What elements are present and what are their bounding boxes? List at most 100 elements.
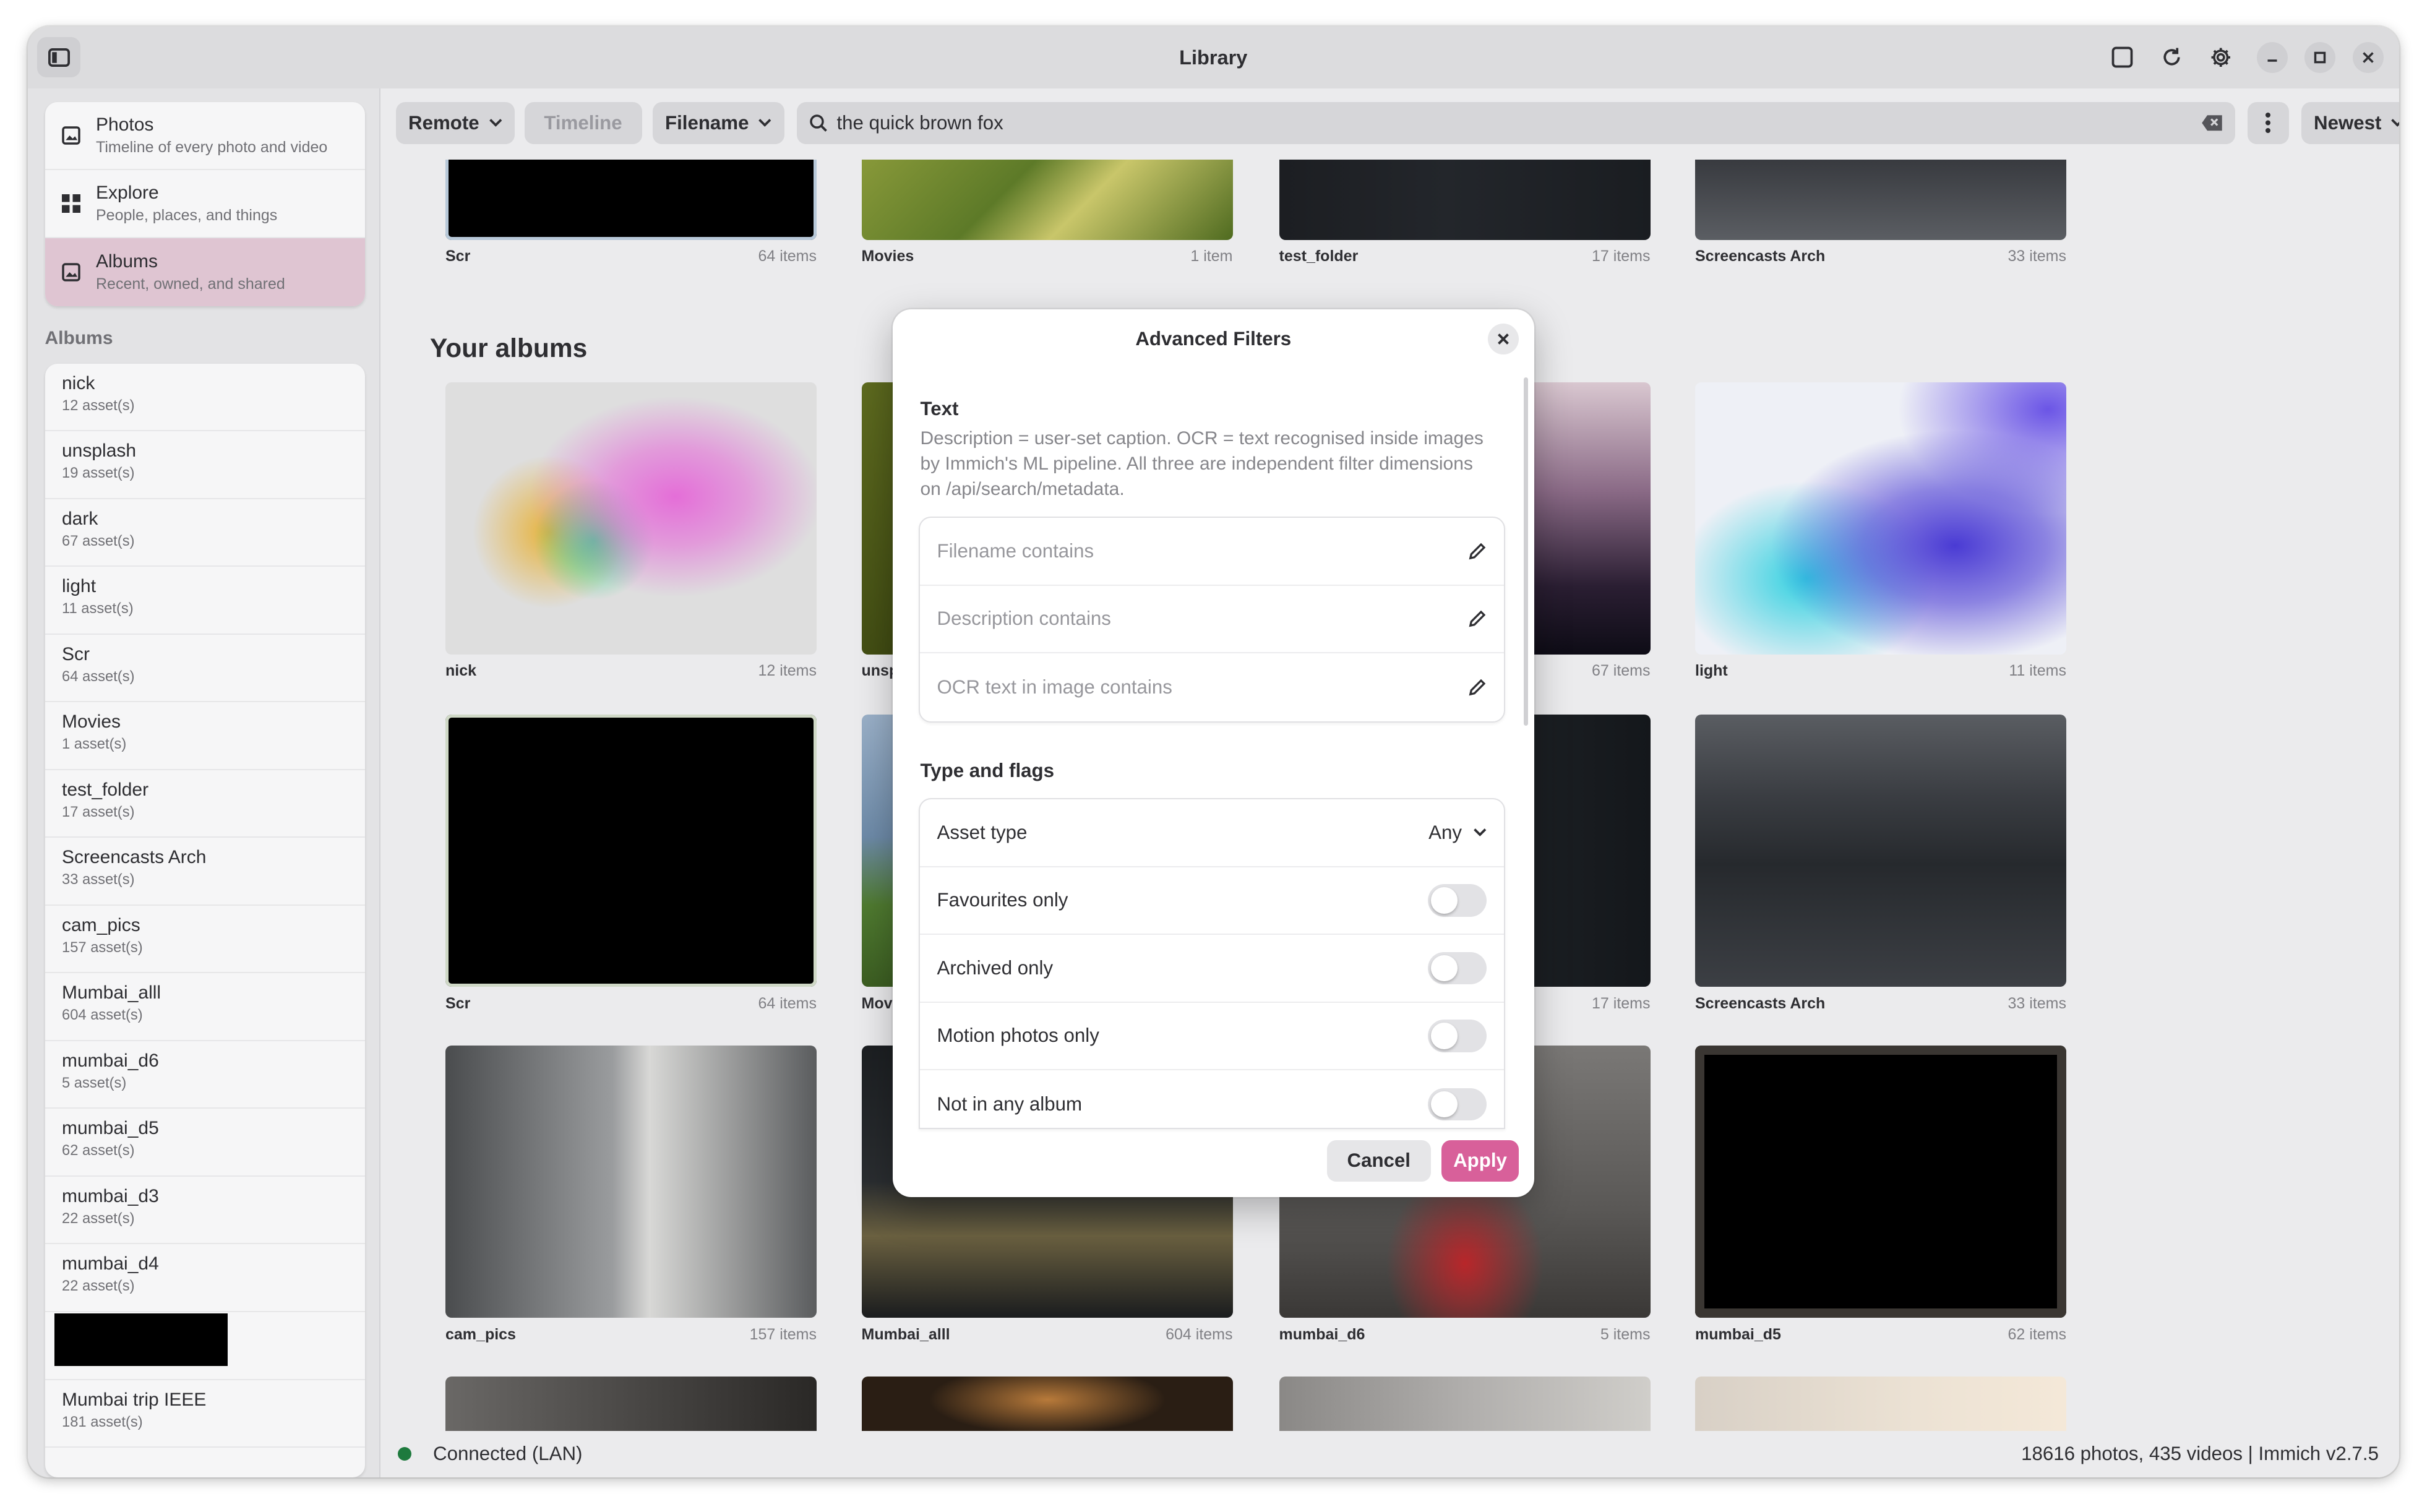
- album-card-count: 17 items: [1592, 247, 1651, 265]
- album-card[interactable]: light 11 items: [1695, 382, 2066, 684]
- album-list-item[interactable]: mumbai_d6 5 asset(s): [45, 1041, 365, 1109]
- description-contains-field[interactable]: Description contains: [937, 608, 1469, 630]
- album-card[interactable]: Scr 64 items: [445, 715, 817, 1016]
- dialog-scrollbar[interactable]: [1523, 377, 1528, 726]
- ocr-filter-row[interactable]: OCR text in image contains: [920, 653, 1504, 721]
- album-card[interactable]: [1695, 1377, 2066, 1431]
- apply-button[interactable]: Apply: [1441, 1140, 1519, 1182]
- album-card[interactable]: Screencasts Arch 33 items: [1695, 159, 2066, 270]
- album-list-item[interactable]: test_folder 17 asset(s): [45, 770, 365, 838]
- album-thumbnail: [445, 382, 817, 655]
- album-card-count: 11 items: [2009, 662, 2066, 679]
- album-card-name: mumbai_d6: [1279, 1325, 1365, 1343]
- refresh-button[interactable]: [2153, 39, 2190, 76]
- album-list-item[interactable]: dark 67 asset(s): [45, 499, 365, 567]
- source-dropdown[interactable]: Remote: [396, 102, 515, 144]
- album-list-item[interactable]: light 11 asset(s): [45, 567, 365, 635]
- nav-group: Photos Timeline of every photo and video…: [45, 102, 365, 306]
- album-card[interactable]: [445, 1377, 817, 1431]
- album-list-item[interactable]: Movies 1 asset(s): [45, 702, 365, 770]
- ocr-text-contains-field[interactable]: OCR text in image contains: [937, 676, 1469, 698]
- album-card[interactable]: Screencasts Arch 33 items: [1695, 715, 2066, 1016]
- search-field-label: Filename: [665, 111, 749, 134]
- filename-filter-row[interactable]: Filename contains: [920, 518, 1504, 586]
- timeline-label: Timeline: [544, 111, 622, 134]
- album-thumbnail: [445, 1377, 817, 1431]
- clear-search-icon[interactable]: [2201, 114, 2223, 132]
- album-card[interactable]: [1279, 1377, 1651, 1431]
- edit-icon[interactable]: [1468, 542, 1487, 561]
- album-card-count: 157 items: [749, 1325, 817, 1343]
- asset-type-row[interactable]: Asset type Any: [920, 799, 1504, 867]
- album-count: 157 asset(s): [62, 939, 143, 956]
- edit-icon[interactable]: [1468, 678, 1487, 697]
- minimize-button[interactable]: [2256, 41, 2288, 73]
- album-list-item[interactable]: Scr 64 asset(s): [45, 635, 365, 702]
- dialog-close-button[interactable]: [1488, 323, 1519, 354]
- search-input[interactable]: the quick brown fox: [796, 102, 2235, 144]
- not-in-album-row[interactable]: Not in any album: [920, 1070, 1504, 1128]
- toggle-label: Not in any album: [937, 1093, 1083, 1115]
- album-count: 62 asset(s): [62, 1142, 135, 1159]
- archived-only-row[interactable]: Archived only: [920, 935, 1504, 1003]
- album-list-item[interactable]: cam_pics 157 asset(s): [45, 906, 365, 973]
- album-cover-thumbnail: [54, 1313, 228, 1366]
- motion-photos-only-row[interactable]: Motion photos only: [920, 1003, 1504, 1070]
- source-label: Remote: [408, 111, 479, 134]
- edit-icon[interactable]: [1468, 609, 1487, 628]
- album-card[interactable]: [861, 1377, 1233, 1431]
- album-card[interactable]: mumbai_d5 62 items: [1695, 1046, 2066, 1347]
- text-section-heading: Text: [920, 397, 959, 419]
- toggle-label: Archived only: [937, 956, 1054, 979]
- more-menu-button[interactable]: [2247, 102, 2289, 144]
- album-card[interactable]: Scr 64 items: [445, 159, 817, 270]
- album-card[interactable]: nick 12 items: [445, 382, 817, 684]
- album-card-name: Screencasts Arch: [1695, 247, 1826, 265]
- asset-type-dropdown[interactable]: Any: [1428, 822, 1487, 844]
- library-summary: 18616 photos, 435 videos | Immich v2.7.5: [2021, 1443, 2379, 1464]
- description-filter-row[interactable]: Description contains: [920, 586, 1504, 653]
- filename-contains-field[interactable]: Filename contains: [937, 540, 1469, 562]
- archived-only-toggle[interactable]: [1428, 951, 1487, 984]
- search-field-dropdown[interactable]: Filename: [653, 102, 784, 144]
- nav-item-albums[interactable]: Albums Recent, owned, and shared: [45, 238, 365, 306]
- select-mode-button[interactable]: [2103, 39, 2141, 76]
- album-cover-preview[interactable]: [45, 1312, 365, 1380]
- toolbar: Remote Timeline Filename the quick brown…: [382, 88, 2399, 160]
- album-list-item[interactable]: Screencasts Arch 33 asset(s): [45, 838, 365, 906]
- not-in-album-toggle[interactable]: [1428, 1088, 1487, 1120]
- nav-item-explore[interactable]: Explore People, places, and things: [45, 170, 365, 238]
- motion-photos-only-toggle[interactable]: [1428, 1020, 1487, 1052]
- album-card-name: Scr: [445, 247, 471, 265]
- album-list-item[interactable]: unsplash 19 asset(s): [45, 431, 365, 499]
- favourites-only-toggle[interactable]: [1428, 884, 1487, 917]
- album-count: 1 asset(s): [62, 736, 127, 752]
- asset-type-label: Asset type: [937, 821, 1028, 843]
- album-thumbnail: [1695, 159, 2066, 240]
- search-query: the quick brown fox: [836, 111, 1003, 134]
- cancel-button[interactable]: Cancel: [1327, 1140, 1431, 1182]
- album-list-item[interactable]: Mumbai trip IEEE 181 asset(s): [45, 1380, 365, 1448]
- nav-item-photos[interactable]: Photos Timeline of every photo and video: [45, 102, 365, 170]
- close-icon: [1498, 333, 1509, 345]
- album-card-count: 67 items: [1592, 662, 1651, 679]
- sort-label: Newest: [2314, 111, 2382, 134]
- connection-status-dot: [397, 1446, 411, 1461]
- album-list-item[interactable]: mumbai_d3 22 asset(s): [45, 1177, 365, 1244]
- album-count: 33 asset(s): [62, 871, 135, 888]
- album-count: 11 asset(s): [62, 600, 134, 617]
- sort-dropdown[interactable]: Newest: [2301, 102, 2399, 144]
- settings-button[interactable]: [2202, 39, 2240, 76]
- timeline-button[interactable]: Timeline: [524, 102, 642, 144]
- album-list-item[interactable]: nick 12 asset(s): [45, 364, 365, 431]
- album-list-item[interactable]: mumbai_d4 22 asset(s): [45, 1244, 365, 1312]
- maximize-button[interactable]: [2304, 41, 2335, 73]
- album-list-item[interactable]: mumbai_d5 62 asset(s): [45, 1109, 365, 1177]
- album-list-item[interactable]: Mumbai_alll 604 asset(s): [45, 973, 365, 1041]
- album-card[interactable]: Movies 1 item: [861, 159, 1233, 270]
- album-card[interactable]: cam_pics 157 items: [445, 1046, 817, 1347]
- album-card[interactable]: test_folder 17 items: [1279, 159, 1651, 270]
- close-window-button[interactable]: [2352, 41, 2384, 73]
- favourites-only-row[interactable]: Favourites only: [920, 867, 1504, 935]
- album-card-count: 12 items: [758, 662, 817, 679]
